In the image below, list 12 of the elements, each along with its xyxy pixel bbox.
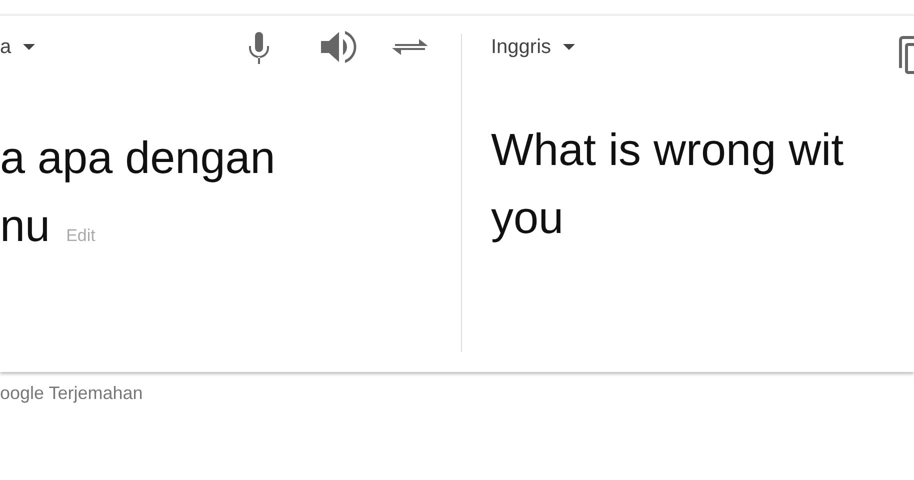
source-text[interactable]: a apa dengan: [0, 124, 461, 192]
translation-text: you: [491, 191, 565, 245]
copy-icon[interactable]: [899, 36, 914, 74]
caret-icon: [23, 44, 36, 50]
footer-label: oogle Terjemahan: [0, 382, 144, 405]
microphone-icon[interactable]: [247, 30, 271, 64]
source-text[interactable]: nu: [0, 192, 50, 260]
speaker-icon[interactable]: [319, 30, 357, 64]
language-dropdown[interactable]: Inggris: [491, 32, 576, 62]
translation-text: What is wrong wit: [491, 123, 845, 177]
caret-icon: [563, 44, 576, 50]
language-dropdown[interactable]: a: [0, 32, 36, 62]
